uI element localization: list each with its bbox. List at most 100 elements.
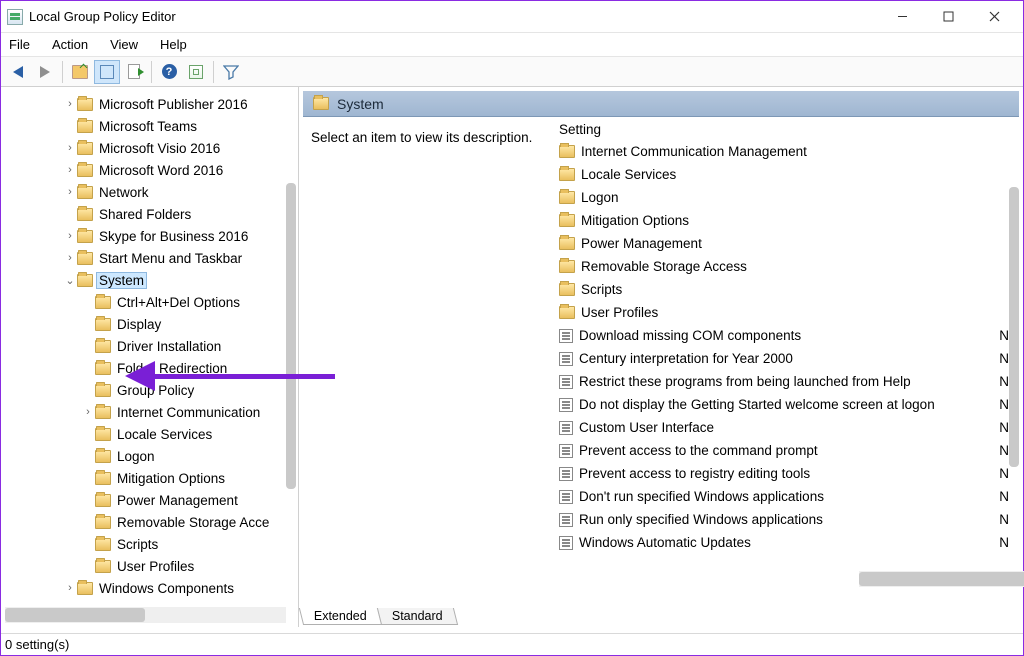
setting-icon [559,536,573,550]
tree-item[interactable]: Ctrl+Alt+Del Options [5,291,298,313]
help-button[interactable]: ? [156,60,182,84]
properties-icon [100,65,114,79]
list-item[interactable]: Scripts [559,278,1013,301]
list-item[interactable]: Download missing COM componentsN [559,324,1013,347]
tree-item[interactable]: Power Management [5,489,298,511]
list-item[interactable]: Removable Storage Access [559,255,1013,278]
menu-file[interactable]: File [5,35,34,54]
view-tabs: Extended Standard [299,608,455,625]
properties-button[interactable] [94,60,120,84]
tree-item[interactable]: ›Microsoft Visio 2016 [5,137,298,159]
list-item-label: Century interpretation for Year 2000 [579,351,793,366]
setting-icon [559,375,573,389]
tree-item[interactable]: User Profiles [5,555,298,577]
list-item[interactable]: Windows Automatic UpdatesN [559,531,1013,554]
forward-button[interactable] [32,60,58,84]
tree-hscrollbar[interactable] [5,607,286,623]
list-item[interactable]: Century interpretation for Year 2000N [559,347,1013,370]
column-header-setting[interactable]: Setting [553,118,1019,138]
tree-item[interactable]: Logon [5,445,298,467]
list-item[interactable]: Do not display the Getting Started welco… [559,393,1013,416]
list-item[interactable]: Locale Services [559,163,1013,186]
tree[interactable]: ›Microsoft Publisher 2016Microsoft Teams… [1,93,298,591]
tree-item[interactable]: Folder Redirection [5,357,298,379]
list-item[interactable]: Internet Communication Management [559,140,1013,163]
tree-item-label: Windows Components [97,581,236,596]
tree-item[interactable]: ›Internet Communication [5,401,298,423]
list-item[interactable]: Don't run specified Windows applications… [559,485,1013,508]
export-button[interactable] [121,60,147,84]
templates-button[interactable] [183,60,209,84]
chevron-right-icon[interactable]: › [63,252,77,264]
back-button[interactable] [5,60,31,84]
tab-extended[interactable]: Extended [299,608,382,625]
right-header: System [303,91,1019,117]
tree-item[interactable]: Mitigation Options [5,467,298,489]
tree-item[interactable]: ›Skype for Business 2016 [5,225,298,247]
list-item[interactable]: Logon [559,186,1013,209]
tree-item[interactable]: Scripts [5,533,298,555]
tree-item[interactable]: ⌄System [5,269,298,291]
menu-view[interactable]: View [106,35,142,54]
chevron-right-icon[interactable]: › [63,582,77,594]
up-button[interactable] [67,60,93,84]
close-button[interactable] [971,2,1017,32]
folder-icon [95,384,111,397]
chevron-right-icon[interactable]: › [63,230,77,242]
maximize-button[interactable] [925,2,971,32]
folder-icon [77,252,93,265]
list-item-label: Prevent access to the command prompt [579,443,818,458]
tree-item[interactable]: Display [5,313,298,335]
tree-item[interactable]: Group Policy [5,379,298,401]
setting-icon [559,513,573,527]
tree-item-label: User Profiles [115,559,196,574]
list-item-label: Run only specified Windows applications [579,512,823,527]
folder-icon [313,97,329,110]
tree-item-label: Ctrl+Alt+Del Options [115,295,242,310]
header-title: System [337,96,384,112]
tree-item[interactable]: Locale Services [5,423,298,445]
chevron-down-icon[interactable]: ⌄ [63,274,77,287]
tree-item[interactable]: Shared Folders [5,203,298,225]
tree-item-label: Driver Installation [115,339,223,354]
setting-icon [559,490,573,504]
settings-list[interactable]: Internet Communication ManagementLocale … [553,138,1019,556]
tree-item[interactable]: ›Microsoft Publisher 2016 [5,93,298,115]
folder-icon [95,406,111,419]
tree-item[interactable]: ›Start Menu and Taskbar [5,247,298,269]
setting-icon [559,444,573,458]
folder-icon [559,237,575,250]
tree-item[interactable]: Driver Installation [5,335,298,357]
chevron-right-icon[interactable]: › [63,164,77,176]
chevron-right-icon[interactable]: › [63,142,77,154]
list-item[interactable]: Prevent access to registry editing tools… [559,462,1013,485]
list-item[interactable]: User Profiles [559,301,1013,324]
tree-vscrollbar[interactable] [286,183,296,489]
filter-button[interactable] [218,60,244,84]
tree-item[interactable]: ›Microsoft Word 2016 [5,159,298,181]
chevron-right-icon[interactable]: › [81,406,95,418]
list-item[interactable]: Restrict these programs from being launc… [559,370,1013,393]
right-hscrollbar[interactable] [859,571,1024,587]
right-vscrollbar[interactable] [1009,187,1019,467]
list-item-state: N [999,489,1013,504]
tree-item[interactable]: Microsoft Teams [5,115,298,137]
list-item[interactable]: Run only specified Windows applicationsN [559,508,1013,531]
tree-item[interactable]: Removable Storage Acce [5,511,298,533]
folder-icon [77,230,93,243]
list-item[interactable]: Mitigation Options [559,209,1013,232]
main-area: ›Microsoft Publisher 2016Microsoft Teams… [1,87,1023,627]
menu-action[interactable]: Action [48,35,92,54]
tree-item[interactable]: ›Network [5,181,298,203]
menu-help[interactable]: Help [156,35,191,54]
list-item[interactable]: Power Management [559,232,1013,255]
chevron-right-icon[interactable]: › [63,98,77,110]
minimize-button[interactable] [879,2,925,32]
list-item[interactable]: Prevent access to the command promptN [559,439,1013,462]
tree-item[interactable]: › Windows Components [5,577,298,599]
scrollbar-thumb[interactable] [859,572,1024,586]
scrollbar-thumb[interactable] [5,608,145,622]
list-item[interactable]: Custom User InterfaceN [559,416,1013,439]
chevron-right-icon[interactable]: › [63,186,77,198]
tab-standard[interactable]: Standard [377,608,458,625]
